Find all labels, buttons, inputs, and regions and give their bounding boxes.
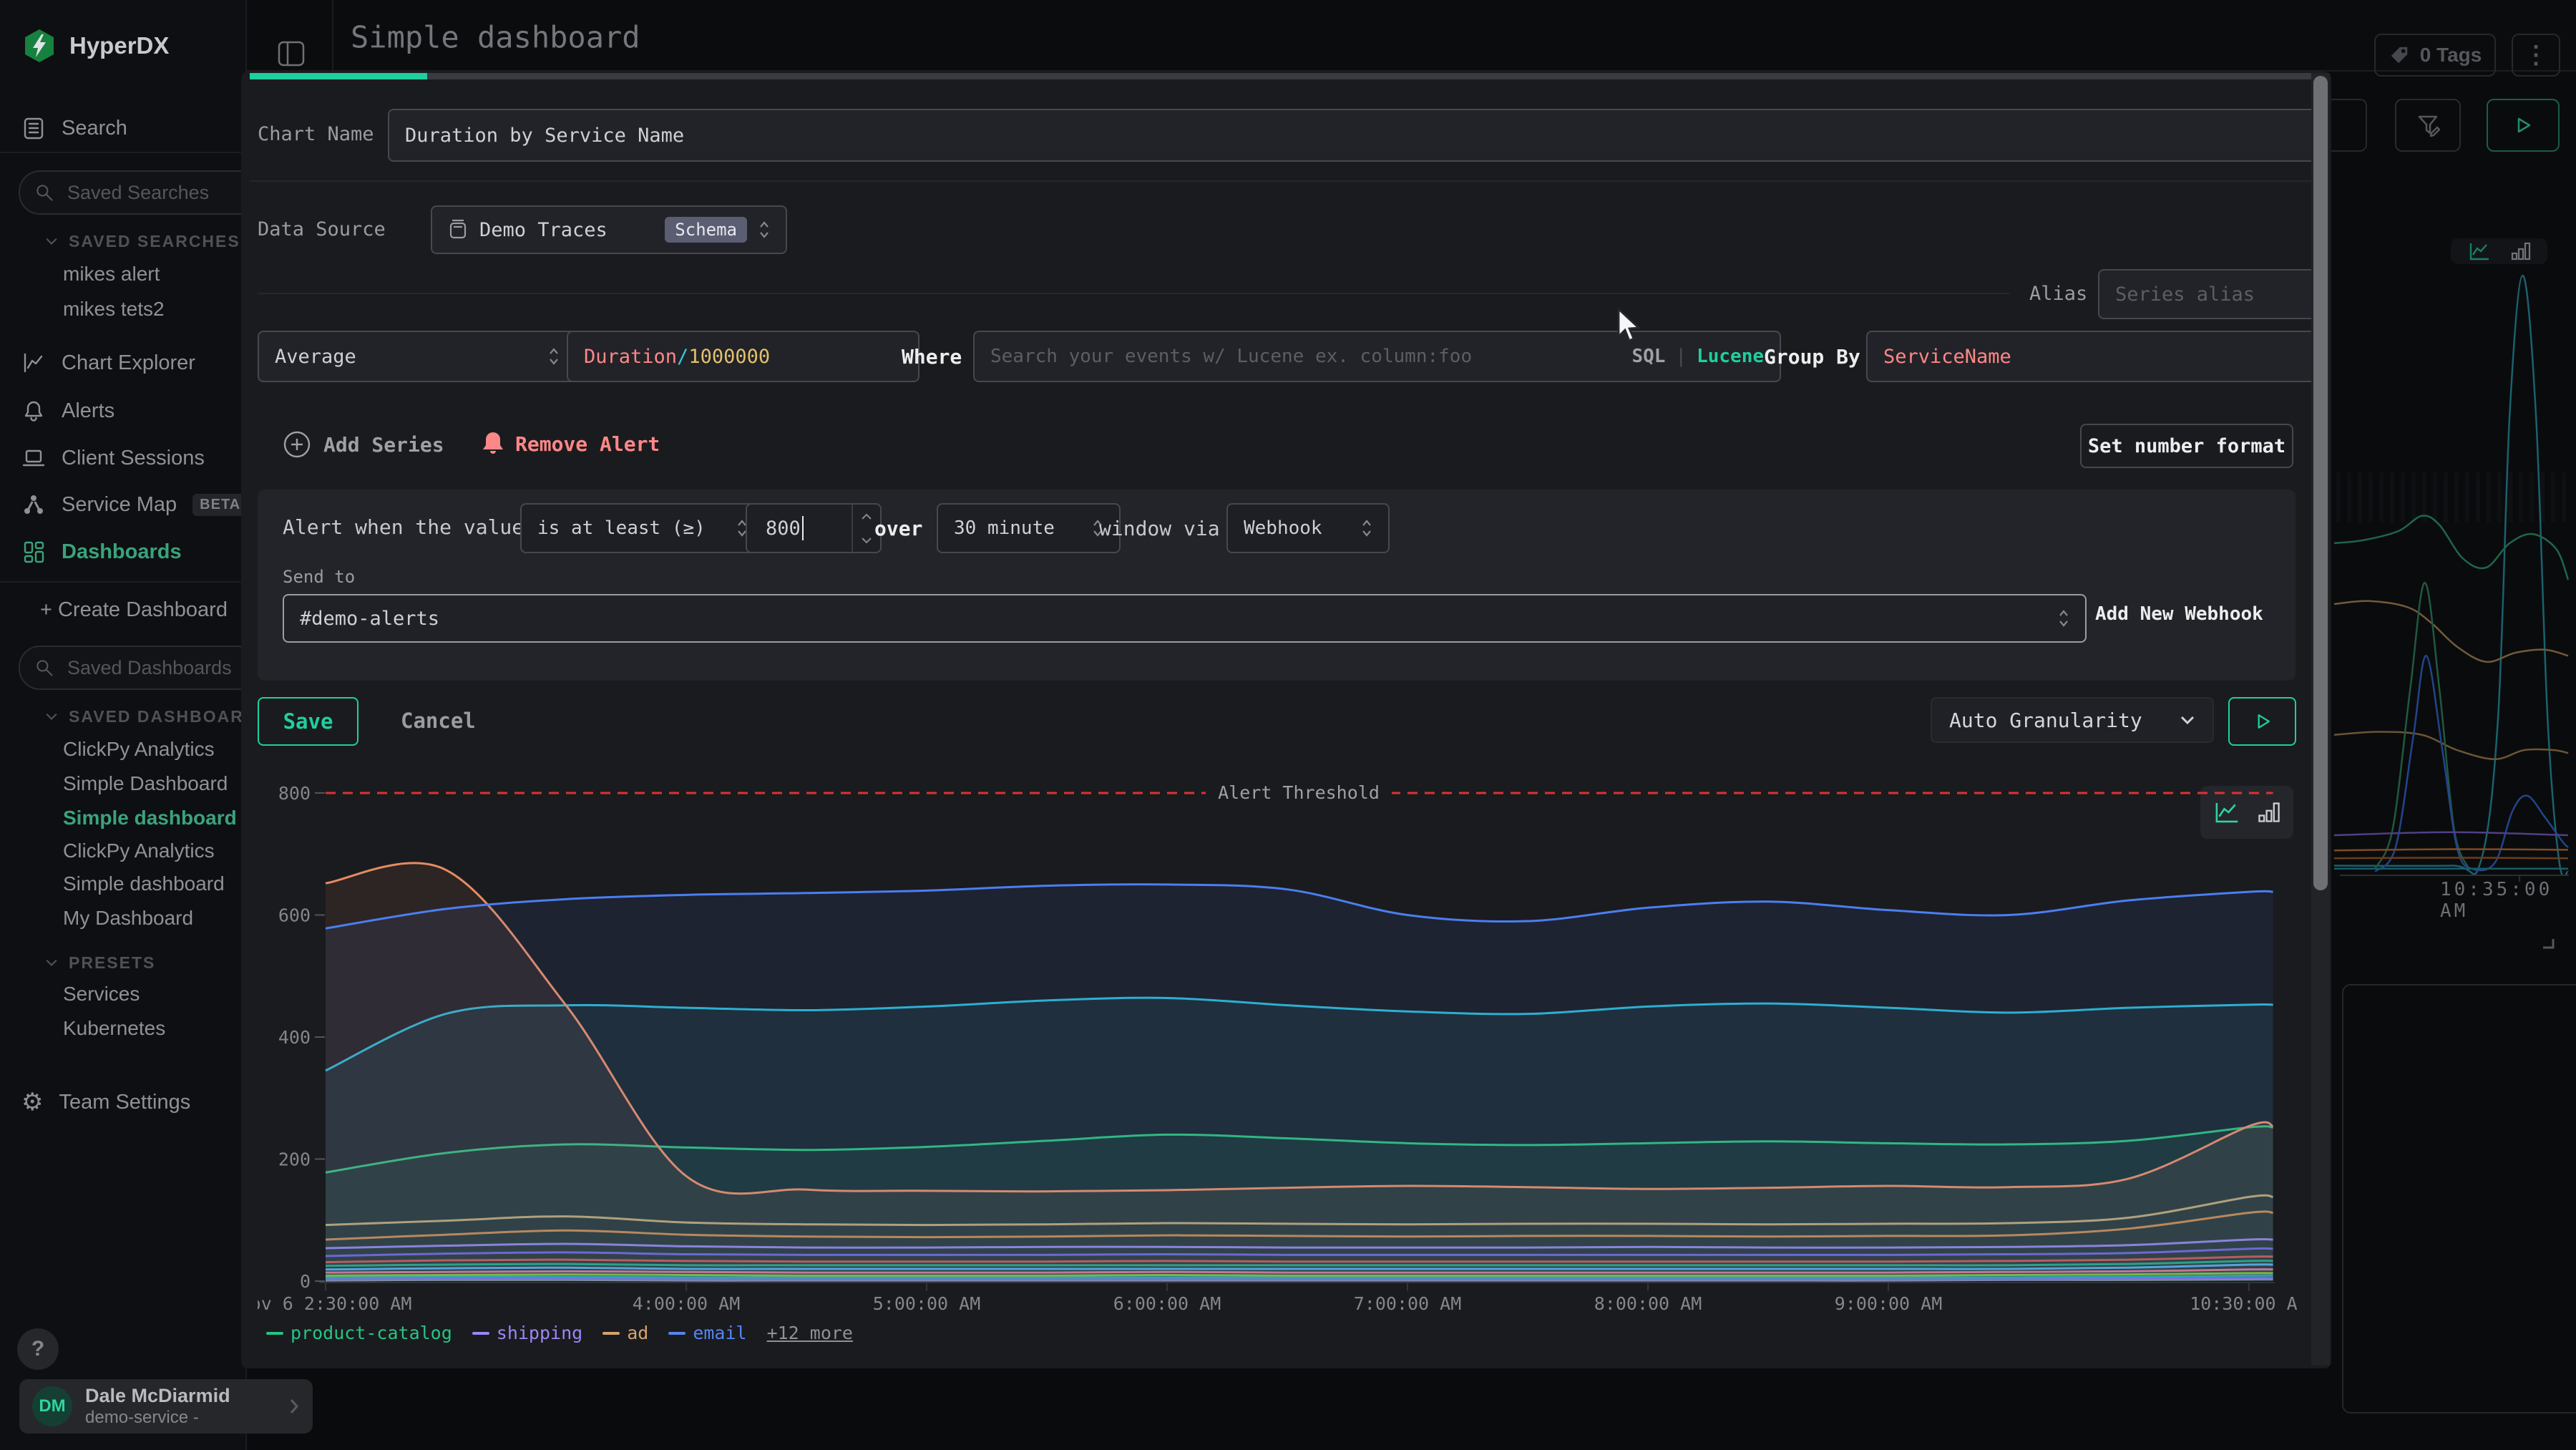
dashboard-item-active[interactable]: Simple dashboard bbox=[63, 803, 237, 833]
sidebar-item-team-settings[interactable]: ⚙ Team Settings bbox=[21, 1086, 190, 1118]
page-title: Simple dashboard bbox=[351, 20, 640, 55]
preset-item[interactable]: Kubernetes bbox=[63, 1013, 165, 1043]
run-query-button-bg[interactable] bbox=[2487, 99, 2560, 152]
user-card[interactable]: DM Dale McDiarmid demo-service - bbox=[19, 1379, 313, 1434]
presets-header[interactable]: PRESETS bbox=[44, 950, 155, 975]
hyperdx-logo-icon bbox=[24, 29, 55, 63]
saved-search-item[interactable]: mikes tets2 bbox=[63, 294, 165, 324]
chevron-down-icon bbox=[44, 958, 59, 967]
logo-text: HyperDX bbox=[69, 32, 169, 59]
saved-searches-input[interactable]: Saved Searches bbox=[19, 170, 259, 215]
saved-searches-header[interactable]: SAVED SEARCHES bbox=[44, 229, 240, 253]
saved-search-item[interactable]: mikes alert bbox=[63, 259, 160, 289]
tags-button[interactable]: 0 Tags bbox=[2374, 34, 2496, 77]
sidebar: HyperDX Search Saved Searches SAVED SEAR… bbox=[0, 0, 247, 1450]
bell-icon bbox=[21, 399, 46, 423]
bg-panel bbox=[2342, 984, 2576, 1413]
sidebar-item-client-sessions[interactable]: Client Sessions bbox=[21, 442, 205, 474]
user-subtitle: demo-service - bbox=[85, 1408, 275, 1429]
saved-dashboards-header[interactable]: SAVED DASHBOARDS bbox=[44, 704, 270, 729]
preset-item[interactable]: Services bbox=[63, 979, 140, 1009]
divider bbox=[0, 152, 247, 153]
dashboard-item[interactable]: Simple Dashboard bbox=[63, 769, 228, 799]
sidebar-item-alerts[interactable]: Alerts bbox=[21, 395, 114, 427]
search-icon bbox=[34, 658, 54, 678]
sidebar-item-chart-explorer[interactable]: Chart Explorer bbox=[21, 347, 195, 379]
kebab-menu-button[interactable]: ⋮ bbox=[2512, 34, 2560, 77]
dashboard-item[interactable]: ClickPy Analytics bbox=[63, 734, 215, 764]
help-button[interactable]: ? bbox=[17, 1328, 59, 1370]
service-map-icon bbox=[21, 492, 46, 517]
modal-top-bar-track bbox=[250, 73, 2321, 79]
mouse-cursor bbox=[1616, 308, 1649, 345]
dashboard-item[interactable]: ClickPy Analytics bbox=[63, 836, 215, 866]
app-root: Simple dashboard 0 Tags ⋮ 10:35:00 AM bbox=[0, 0, 2576, 1450]
scrollbar-thumb[interactable] bbox=[2313, 76, 2328, 890]
laptop-icon bbox=[21, 446, 46, 470]
tag-icon bbox=[2389, 44, 2410, 66]
bg-chart-type-toggle[interactable] bbox=[2451, 238, 2547, 264]
sidebar-collapse-button[interactable] bbox=[276, 40, 308, 67]
sidebar-item-dashboards[interactable]: Dashboards bbox=[21, 536, 182, 568]
bar-chart-icon[interactable] bbox=[2510, 240, 2532, 262]
dashboard-item[interactable]: My Dashboard bbox=[63, 903, 193, 933]
bg-time-label: 10:35:00 AM bbox=[2440, 879, 2576, 922]
beta-badge: BETA bbox=[192, 494, 248, 516]
divider bbox=[0, 581, 247, 583]
avatar: DM bbox=[32, 1386, 72, 1426]
chart-explorer-icon bbox=[21, 351, 46, 375]
filter-button[interactable] bbox=[2395, 99, 2461, 152]
chevron-right-icon bbox=[288, 1397, 300, 1416]
add-series-button[interactable]: Add Series bbox=[282, 429, 444, 459]
plus-circle-icon bbox=[282, 429, 312, 459]
create-dashboard-button[interactable]: + Create Dashboard bbox=[40, 594, 228, 626]
bg-chart-axis bbox=[2340, 875, 2569, 876]
search-logs-icon bbox=[21, 116, 46, 140]
sidebar-item-search[interactable]: Search bbox=[21, 112, 127, 144]
edit-chart-modal bbox=[241, 72, 2331, 1368]
saved-dashboards-input[interactable]: Saved Dashboards bbox=[19, 646, 259, 690]
logo[interactable]: HyperDX bbox=[24, 29, 169, 63]
bg-mini-chart bbox=[2331, 263, 2576, 876]
chevron-down-icon bbox=[44, 237, 59, 245]
header-divider bbox=[332, 0, 333, 72]
dashboard-item[interactable]: Simple dashboard bbox=[63, 869, 225, 899]
chevron-down-icon bbox=[44, 712, 59, 721]
gear-icon: ⚙ bbox=[21, 1090, 43, 1114]
modal-top-bar-accent bbox=[250, 73, 427, 79]
sidebar-item-service-map[interactable]: Service Map BETA bbox=[21, 489, 248, 520]
filter-icon bbox=[2414, 111, 2442, 140]
user-name: Dale McDiarmid bbox=[85, 1384, 275, 1407]
play-icon bbox=[2511, 113, 2535, 137]
dashboards-icon bbox=[21, 540, 46, 564]
search-icon bbox=[34, 183, 54, 203]
line-chart-icon[interactable] bbox=[2467, 240, 2492, 262]
resize-handle-icon[interactable] bbox=[2540, 935, 2556, 950]
